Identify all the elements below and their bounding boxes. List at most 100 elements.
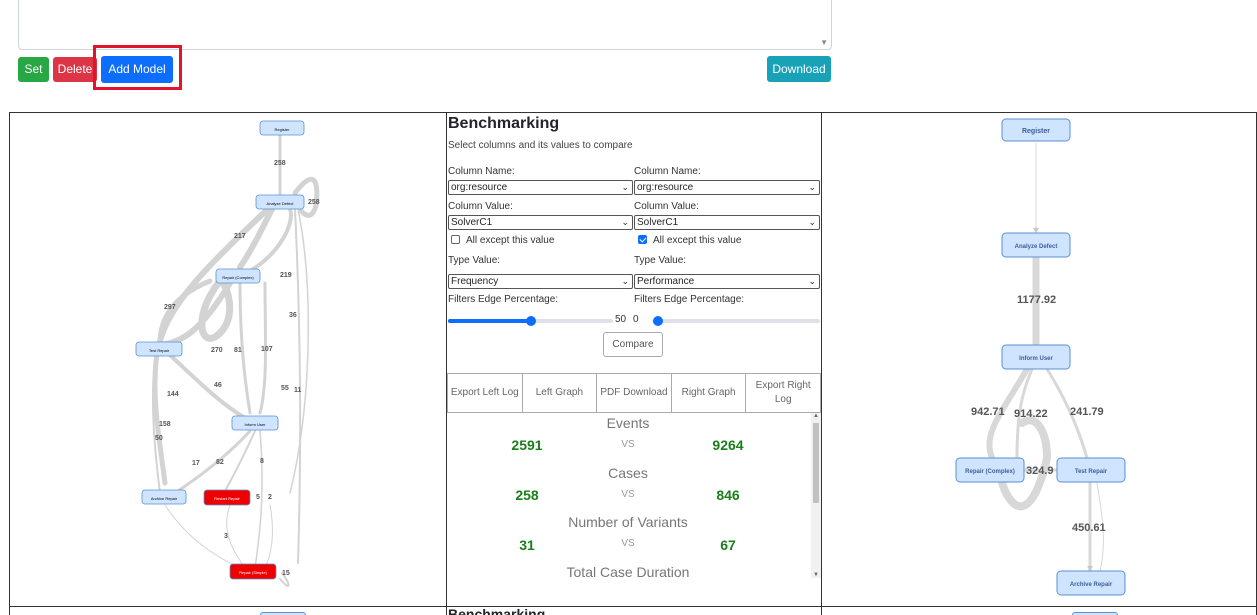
right-except-checkbox[interactable]: All except this value bbox=[638, 235, 741, 246]
edge-label: 15 bbox=[282, 570, 290, 577]
right-filter-label: Filters Edge Percentage: bbox=[634, 294, 745, 305]
edge-label: 297 bbox=[164, 304, 176, 311]
edge-label: 8 bbox=[260, 458, 264, 465]
chevron-down-icon: ⌄ bbox=[621, 182, 629, 192]
graph-edge bbox=[294, 208, 302, 564]
edge-label: 219 bbox=[280, 272, 292, 279]
graph-node-label: Repair (Complex) bbox=[222, 275, 254, 280]
next-right-graph-panel bbox=[821, 606, 1257, 615]
next-benchmarking-title: Benchmarking bbox=[448, 606, 546, 615]
left-column-value-select[interactable]: SolverC1 ⌄ bbox=[448, 215, 633, 230]
scrollbar-thumb[interactable] bbox=[813, 423, 819, 503]
left-slider-fill bbox=[448, 319, 531, 323]
stats-scroll-area[interactable]: Events 2591 VS 9264 Cases 258 VS 846 Num… bbox=[447, 413, 821, 578]
edge-label: 5 bbox=[256, 494, 260, 501]
edge-label: 2 bbox=[268, 494, 272, 501]
edge-label: 36 bbox=[289, 312, 297, 319]
benchmarking-title: Benchmarking bbox=[448, 115, 560, 132]
tab-export-left-log[interactable]: Export Left Log bbox=[447, 373, 523, 413]
right-column-value-select[interactable]: SolverC1 ⌄ bbox=[634, 215, 820, 230]
graph-node-label: Repair (Complex) bbox=[965, 469, 1015, 475]
stat-vs: VS bbox=[621, 538, 635, 549]
edge-label: 3 bbox=[224, 533, 228, 540]
right-graph-panel[interactable]: Register Analyze Defect Inform User Repa… bbox=[821, 112, 1257, 607]
stat-vs: VS bbox=[621, 489, 635, 500]
stat-events-label: Events bbox=[606, 415, 650, 431]
stat-variants-left: 31 bbox=[519, 537, 535, 553]
edge-label: 158 bbox=[159, 421, 171, 428]
graph-node-label: Test Repair bbox=[149, 348, 170, 353]
download-button[interactable]: Download bbox=[767, 56, 831, 82]
right-column-value-label: Column Value: bbox=[634, 201, 699, 212]
graph-node-label: Analyze Defect bbox=[1015, 244, 1058, 250]
edge-label: 914.22 bbox=[1014, 408, 1048, 420]
chevron-down-icon: ⌄ bbox=[808, 276, 816, 286]
stat-events-right: 9264 bbox=[712, 437, 744, 453]
arrow-head bbox=[1087, 566, 1093, 571]
scroll-up-icon[interactable]: ▲ bbox=[813, 413, 819, 419]
checkbox-checked-icon[interactable] bbox=[638, 235, 647, 244]
graph-node-label: Register bbox=[1022, 128, 1050, 135]
right-filter-slider[interactable] bbox=[652, 319, 820, 323]
next-left-graph-panel bbox=[9, 606, 447, 615]
edge-label: 324.9 bbox=[1026, 465, 1054, 477]
edge-label: 46 bbox=[214, 382, 222, 389]
right-type-select[interactable]: Performance ⌄ bbox=[634, 274, 820, 289]
set-button[interactable]: Set bbox=[18, 57, 49, 82]
action-tabs: Export Left Log Left Graph PDF Download … bbox=[447, 373, 821, 413]
edge-label: 11 bbox=[294, 387, 302, 394]
tab-right-graph[interactable]: Right Graph bbox=[671, 373, 747, 413]
edge-label: 82 bbox=[216, 459, 224, 466]
graph-node-label: Inform User bbox=[1019, 356, 1053, 362]
graph-node-label: Inform User bbox=[245, 422, 267, 427]
graph-node-label: Analyze Defect bbox=[267, 201, 295, 206]
chevron-down-icon: ⌄ bbox=[808, 217, 816, 227]
edge-label: 81 bbox=[234, 347, 242, 354]
scroll-down-icon[interactable]: ▼ bbox=[820, 38, 828, 47]
edge-label: 1177.92 bbox=[1017, 294, 1056, 306]
right-process-graph[interactable]: Register Analyze Defect Inform User Repa… bbox=[822, 113, 1257, 607]
select-value: org:resource bbox=[451, 182, 508, 193]
left-filter-value: 50 bbox=[615, 314, 627, 325]
stat-cases-left: 258 bbox=[515, 487, 539, 503]
highlight-box bbox=[93, 45, 182, 90]
left-column-name-label: Column Name: bbox=[448, 166, 515, 177]
left-except-checkbox[interactable]: All except this value bbox=[451, 235, 554, 246]
graph-node-label: Register bbox=[275, 127, 291, 132]
edge-label: 258 bbox=[274, 160, 286, 167]
left-graph-panel[interactable]: Register Analyze Defect Repair (Complex)… bbox=[9, 112, 447, 607]
right-slider-thumb[interactable] bbox=[653, 316, 663, 326]
scroll-down-icon[interactable]: ▼ bbox=[813, 572, 819, 578]
chevron-down-icon: ⌄ bbox=[808, 182, 816, 192]
edge-label: 241.79 bbox=[1070, 406, 1104, 418]
graph-edge bbox=[168, 353, 247, 420]
stat-duration-label: Total Case Duration bbox=[566, 564, 690, 578]
checkbox-unchecked-icon[interactable] bbox=[451, 235, 460, 244]
tab-pdf-download[interactable]: PDF Download bbox=[597, 373, 672, 413]
right-column-name-select[interactable]: org:resource ⌄ bbox=[634, 180, 820, 195]
graph-node-label: Archive Repair bbox=[1070, 582, 1113, 588]
stat-variants-label: Number of Variants bbox=[568, 514, 688, 530]
left-process-graph[interactable]: Register Analyze Defect Repair (Complex)… bbox=[10, 113, 447, 607]
select-value: Performance bbox=[637, 276, 695, 287]
arrow-head bbox=[1033, 228, 1039, 233]
next-benchmarking-panel: Benchmarking bbox=[446, 606, 822, 615]
model-textarea[interactable]: ▼ bbox=[18, 0, 832, 50]
graph-edge bbox=[264, 504, 273, 569]
stats-scrollbar[interactable]: ▲ ▼ bbox=[811, 413, 821, 578]
delete-button[interactable]: Delete bbox=[53, 57, 97, 82]
stat-variants-right: 67 bbox=[720, 537, 736, 553]
stat-events-left: 2591 bbox=[511, 437, 543, 453]
left-slider-thumb[interactable] bbox=[526, 316, 536, 326]
compare-button[interactable]: Compare bbox=[603, 332, 663, 357]
tab-export-right-log[interactable]: Export Right Log bbox=[746, 373, 821, 413]
left-type-select[interactable]: Frequency ⌄ bbox=[448, 274, 633, 289]
edge-label: 107 bbox=[261, 346, 273, 353]
stat-cases-right: 846 bbox=[716, 487, 740, 503]
tab-left-graph[interactable]: Left Graph bbox=[522, 373, 598, 413]
edge-label: 217 bbox=[234, 233, 246, 240]
checkbox-label: All except this value bbox=[653, 235, 742, 246]
left-column-name-select[interactable]: org:resource ⌄ bbox=[448, 180, 633, 195]
chevron-down-icon: ⌄ bbox=[621, 276, 629, 286]
left-filter-label: Filters Edge Percentage: bbox=[448, 294, 559, 305]
